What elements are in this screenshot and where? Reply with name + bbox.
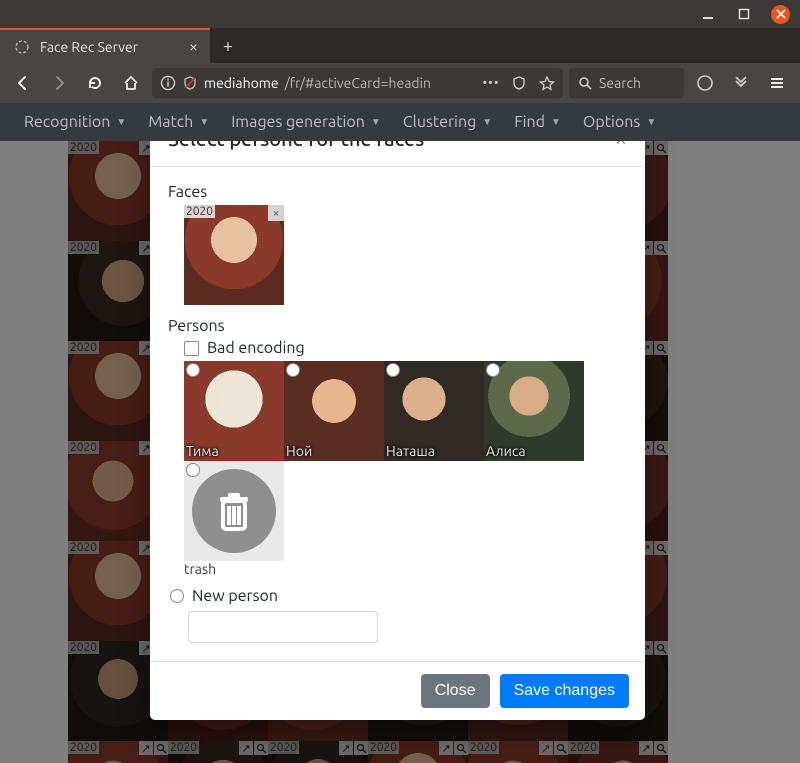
account-icon[interactable] [690,68,720,98]
trash-icon [192,469,276,553]
persons-section-label: Persons [168,317,627,335]
nav-find[interactable]: Find▼ [504,107,571,137]
url-bar[interactable]: mediahome/fr/#activeCard=headin ••• [152,68,563,98]
bad-encoding-label: Bad encoding [207,339,305,357]
person-name: Наташа [386,443,435,459]
nav-home-button[interactable] [116,68,146,98]
nav-options[interactable]: Options▼ [573,107,666,137]
person-option[interactable]: Наташа [384,361,484,461]
nav-clustering[interactable]: Clustering▼ [393,107,502,137]
chevron-down-icon: ▼ [116,116,126,128]
person-radio[interactable] [486,363,500,377]
person-option[interactable]: Алиса [484,361,584,461]
remove-face-button[interactable]: × [268,205,284,221]
site-info-icon[interactable] [160,75,176,91]
browser-toolbar: mediahome/fr/#activeCard=headin ••• Sear… [0,63,800,103]
window-titlebar [0,0,800,28]
nav-reload-button[interactable] [80,68,110,98]
window-minimize-button[interactable] [699,5,717,23]
new-person-label: New person [192,587,278,605]
modal-title: Select persone for the faces [168,141,424,150]
select-person-modal: Select persone for the faces × Faces 202… [150,141,645,720]
chevron-down-icon: ▼ [482,116,492,128]
window-maximize-button[interactable] [735,5,753,23]
person-option[interactable]: Ной [284,361,384,461]
window-close-button[interactable] [771,5,790,24]
search-icon [577,75,593,91]
selected-face[interactable]: 2020 × [184,205,284,305]
new-tab-button[interactable]: + [210,28,246,63]
tracking-protection-icon[interactable] [182,75,198,91]
new-person-radio[interactable] [170,589,184,603]
reader-view-icon[interactable] [511,75,527,91]
chevron-down-icon: ▼ [199,116,209,128]
modal-footer: Close Save changes [150,661,645,720]
trash-thumbnail [184,461,284,561]
hamburger-menu-button[interactable] [762,68,792,98]
nav-forward-button[interactable] [44,68,74,98]
nav-back-button[interactable] [8,68,38,98]
tab-title: Face Rec Server [40,39,138,55]
nav-recognition[interactable]: Recognition▼ [14,107,136,137]
app-navbar: Recognition▼ Match▼ Images generation▼ C… [0,103,800,141]
person-option[interactable]: Тима [184,361,284,461]
modal-body: Faces 2020 × Persons Bad encoding Тима [150,167,645,661]
chevron-down-icon: ▼ [371,116,381,128]
url-host: mediahome [204,75,279,91]
person-name: Ной [286,443,312,459]
person-radio[interactable] [286,363,300,377]
search-placeholder: Search [599,75,641,91]
tab-favicon [14,39,30,55]
new-person-option[interactable]: New person [170,587,627,605]
new-person-input[interactable] [188,611,378,643]
modal-close-button[interactable]: × [615,141,627,150]
person-radio[interactable] [386,363,400,377]
person-name: Алиса [486,443,526,459]
trash-label: trash [184,561,284,577]
bookmark-icon[interactable] [539,75,555,91]
nav-images-generation[interactable]: Images generation▼ [221,107,391,137]
close-button[interactable]: Close [421,674,490,708]
person-name: Тима [186,443,219,459]
app-content: 2020↗2020↗2020↗2020↗2020↗2020↗2020↗2020↗… [0,141,800,763]
browser-tabs: Face Rec Server × + [0,28,800,63]
search-bar[interactable]: Search [569,68,684,98]
person-radio[interactable] [186,363,200,377]
browser-tab-active[interactable]: Face Rec Server × [0,28,210,63]
person-trash-option[interactable]: trash [184,461,284,577]
page-actions-icon[interactable]: ••• [483,75,499,91]
persons-grid: Тима Ной Наташа Алиса [184,361,584,577]
chevron-down-icon: ▼ [551,116,561,128]
person-radio[interactable] [186,463,200,477]
bad-encoding-checkbox[interactable] [184,341,199,356]
url-path: /fr/#activeCard=headin [285,75,431,91]
modal-header: Select persone for the faces × [150,141,645,167]
faces-section-label: Faces [168,183,627,201]
tab-close-button[interactable]: × [189,38,198,56]
save-changes-button[interactable]: Save changes [500,674,629,708]
face-year-badge: 2020 [184,205,215,218]
chevron-down-icon: ▼ [646,116,656,128]
overflow-icon[interactable] [726,68,756,98]
nav-match[interactable]: Match▼ [138,107,219,137]
bad-encoding-option[interactable]: Bad encoding [184,339,627,357]
